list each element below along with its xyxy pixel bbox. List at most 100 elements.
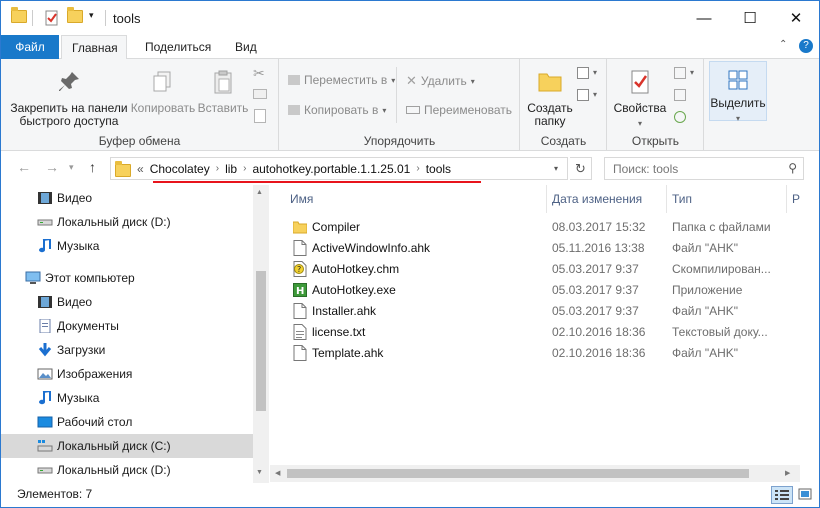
rename-label: Переименовать — [424, 103, 512, 117]
chevron-right-icon[interactable]: › — [216, 163, 219, 174]
nav-item[interactable]: Документы — [1, 314, 253, 338]
nav-item[interactable]: Видео — [1, 186, 253, 210]
list-horizontal-scrollbar[interactable]: ◀ ▶ — [270, 465, 800, 482]
new-item-button[interactable] — [577, 67, 589, 79]
paste-shortcut-button[interactable] — [254, 109, 266, 123]
pin-icon — [59, 72, 79, 91]
status-bar: Элементов: 7 — [1, 483, 819, 507]
pin-to-quick-access-button[interactable]: Закрепить на панели быстрого доступа — [9, 69, 129, 128]
breadcrumb-autohotkey[interactable]: autohotkey.portable.1.1.25.01 — [252, 162, 410, 176]
file-icon — [293, 303, 307, 319]
chevron-right-icon[interactable]: › — [243, 163, 246, 174]
cut-button[interactable]: ✂ — [253, 65, 265, 82]
collapse-ribbon-button[interactable]: ⌃ — [779, 39, 787, 50]
forward-button[interactable]: → — [45, 159, 59, 175]
search-input[interactable]: Поиск: tools ⚲ — [604, 157, 804, 180]
file-row[interactable]: ActiveWindowInfo.ahk 05.11.2016 13:38 Файл… — [270, 238, 800, 259]
copy-to-button[interactable]: Копировать в ▾ — [288, 103, 386, 117]
move-to-button[interactable]: Переместить в ▾ — [288, 73, 395, 87]
new-folder-quick-button[interactable] — [67, 7, 83, 23]
scroll-down-arrow[interactable]: ▼ — [256, 469, 263, 476]
close-button[interactable]: ✕ — [773, 1, 819, 35]
file-row[interactable]: Installer.ahk 05.03.2017 9:37 Файл "AHK" — [270, 301, 800, 322]
breadcrumb-lib[interactable]: lib — [225, 162, 237, 176]
properties-button[interactable]: Свойства ▾ — [612, 69, 668, 130]
file-row[interactable]: Template.ahk 02.10.2016 18:36 Файл "AHK" — [270, 343, 800, 364]
nav-item[interactable]: Рабочий стол — [1, 410, 253, 434]
paste-button[interactable]: Вставить — [197, 69, 249, 115]
details-view-button[interactable] — [771, 486, 793, 504]
breadcrumb-chocolatey[interactable]: Chocolatey — [150, 162, 210, 176]
chevron-right-icon[interactable]: › — [416, 163, 419, 174]
up-button[interactable]: ↑ — [89, 159, 96, 175]
properties-label: Свойства — [613, 101, 667, 115]
nav-item[interactable]: Локальный диск (C:) — [1, 434, 253, 458]
copy-path-button[interactable] — [253, 89, 267, 99]
back-button[interactable]: ← — [17, 159, 31, 175]
breadcrumb-tools[interactable]: tools — [426, 162, 451, 176]
address-bar[interactable]: « Chocolatey › lib › autohotkey.portable… — [110, 157, 568, 180]
nav-item[interactable]: Музыка — [1, 386, 253, 410]
annotation-underline — [153, 181, 481, 183]
nav-item[interactable]: Видео — [1, 290, 253, 314]
history-button[interactable] — [674, 111, 686, 123]
nav-item[interactable]: Локальный диск (D:) — [1, 210, 253, 234]
nav-item[interactable]: Изображения — [1, 362, 253, 386]
large-icons-view-button[interactable] — [795, 486, 817, 504]
select-button[interactable]: Выделить ▾ — [709, 61, 767, 123]
maximize-button[interactable]: ☐ — [727, 1, 773, 35]
nav-item[interactable]: Музыка — [1, 234, 253, 258]
file-list: Имя Дата изменения Тип Разм ◀ ▶ Compiler… — [270, 185, 820, 483]
new-folder-button[interactable]: Создать папку — [525, 69, 575, 128]
move-to-label: Переместить в — [304, 73, 388, 87]
column-divider[interactable] — [546, 185, 547, 213]
address-row: ← → ▾ ↑ « Chocolatey › lib › autohotkey.… — [1, 151, 819, 185]
file-row[interactable]: ? AutoHotkey.chm 05.03.2017 9:37 Скомпилиро… — [270, 259, 800, 280]
scroll-up-arrow[interactable]: ▲ — [256, 189, 263, 196]
tab-view[interactable]: Вид — [225, 35, 267, 59]
delete-icon: ✕ — [406, 73, 417, 88]
nav-item[interactable]: Загрузки — [1, 338, 253, 362]
chevron-up-icon: ⌃ — [779, 39, 788, 50]
nav-item[interactable]: Локальный диск (D:) — [1, 458, 253, 482]
tab-file[interactable]: Файл — [1, 35, 59, 59]
new-folder-label: Создать папку — [527, 101, 573, 128]
close-icon: ✕ — [789, 10, 803, 27]
open-button[interactable] — [674, 67, 686, 79]
rename-button[interactable]: Переименовать — [406, 103, 512, 117]
column-name[interactable]: Имя — [290, 185, 313, 213]
recent-locations-button[interactable]: ▾ — [69, 162, 74, 173]
file-row[interactable]: H AutoHotkey.exe 05.03.2017 9:37 Приложение — [270, 280, 800, 301]
tab-share[interactable]: Поделиться — [135, 35, 221, 59]
file-row[interactable]: Compiler 08.03.2017 15:32 Папка с файлами — [270, 217, 800, 238]
column-date[interactable]: Дата изменения — [552, 185, 642, 213]
column-type[interactable]: Тип — [672, 185, 692, 213]
file-row[interactable]: license.txt 02.10.2016 18:36 Текстовый док… — [270, 322, 800, 343]
column-divider[interactable] — [666, 185, 667, 213]
properties-quick-button[interactable] — [44, 10, 60, 26]
copy-button[interactable]: Копировать — [129, 69, 197, 115]
nav-scrollbar[interactable]: ▲ ▼ — [253, 185, 269, 483]
quick-access-dropdown[interactable]: ▾ — [89, 10, 94, 21]
scroll-left-arrow[interactable]: ◀ — [275, 469, 280, 477]
easy-access-button[interactable] — [577, 89, 589, 101]
list-scroll-thumb[interactable] — [287, 469, 749, 478]
help-button[interactable]: ? — [799, 39, 813, 53]
scroll-right-arrow[interactable]: ▶ — [785, 469, 790, 477]
tab-home[interactable]: Главная — [61, 35, 127, 60]
address-overflow[interactable]: « — [137, 162, 144, 176]
nav-item[interactable]: Этот компьютер — [1, 266, 253, 290]
refresh-button[interactable]: ↻ — [570, 157, 592, 180]
create-group-label: Создать — [540, 134, 587, 148]
address-history-dropdown[interactable]: ▾ — [554, 164, 558, 173]
edit-button[interactable] — [674, 89, 686, 101]
nav-scroll-thumb[interactable] — [256, 271, 266, 411]
delete-button[interactable]: ✕ Удалить ▾ — [406, 73, 475, 89]
text-file-icon — [293, 324, 307, 340]
window-title: tools — [113, 11, 141, 26]
divider — [32, 10, 33, 26]
help-icon: ? — [803, 40, 809, 51]
minimize-button[interactable]: — — [681, 1, 727, 35]
chevron-down-icon: ▾ — [637, 119, 642, 128]
column-divider[interactable] — [786, 185, 787, 213]
